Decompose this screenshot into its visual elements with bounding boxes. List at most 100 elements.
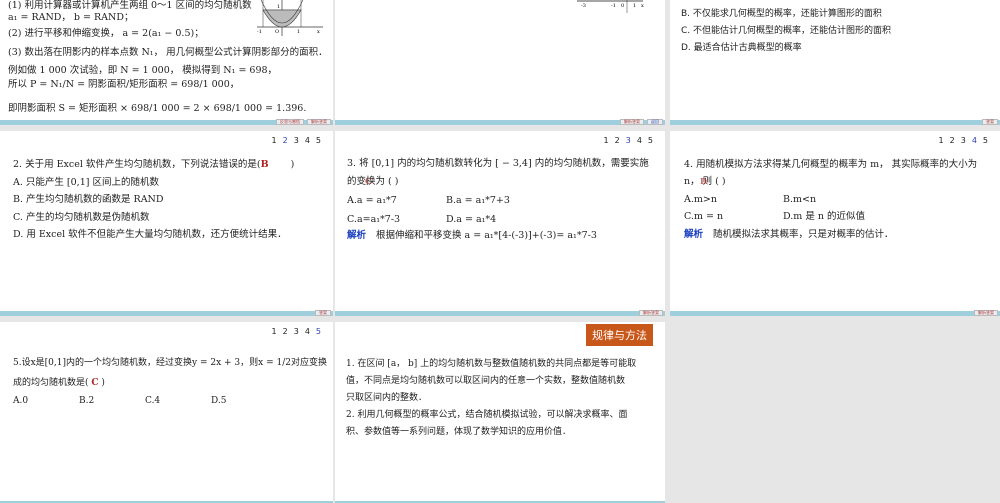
analysis-text: 随机模拟法求其概率，只是对概率的估计．: [713, 229, 894, 240]
answer-mark: B: [260, 159, 269, 170]
option-d: D.a = a₁*4: [446, 214, 497, 225]
page-2[interactable]: 2: [283, 136, 288, 145]
page-3[interactable]: 3: [626, 136, 631, 145]
option-b: B.a = a₁*7+3: [446, 195, 510, 206]
text-line: 所以 P = N₁/N = 阴影面积/矩形面积 = 698/1 000，: [8, 79, 240, 90]
axis-label: -1: [257, 29, 262, 35]
text-line: 积、参数值等一系列问题，体现了数学知识的应用价值．: [346, 427, 572, 437]
answer-mark: C: [365, 176, 372, 186]
page-2[interactable]: 2: [950, 136, 955, 145]
option-a: A.a = a₁*7: [347, 195, 397, 206]
answer-button[interactable]: 答案: [315, 310, 331, 316]
question-text: 5.设x是[0,1]内的一个均匀随机数，经过变换y = 2x + 3，则x = …: [13, 358, 327, 368]
analysis-label: 解析: [347, 230, 367, 241]
slide-footer-bar: [335, 311, 665, 316]
question-text: 3. 将 [0,1] 内的均匀随机数转化为 [ − 3,4] 内的均匀随机数，需…: [347, 158, 649, 169]
page-5[interactable]: 5: [316, 327, 321, 336]
page-2[interactable]: 2: [615, 136, 620, 145]
question-text: 的变换为 ( ): [347, 176, 399, 187]
text-line: a₁ = RAND， b = RAND；: [8, 12, 134, 23]
axis-label: 1: [277, 4, 280, 10]
analysis-label: 解析: [684, 229, 704, 240]
option-c: C.4: [145, 396, 161, 406]
pager: 12345: [272, 327, 321, 336]
text-line: 例如做 1 000 次试验，即 N = 1 000， 模拟得到 N₁ = 698…: [8, 65, 278, 76]
analysis-answer-button[interactable]: 解析答案: [974, 310, 998, 316]
page-3[interactable]: 3: [294, 327, 299, 336]
option-b: B.2: [79, 396, 95, 406]
page-1[interactable]: 1: [272, 136, 277, 145]
page-3[interactable]: 3: [961, 136, 966, 145]
pager: 12345: [604, 136, 653, 145]
slide-thumbnail-5[interactable]: 12345 3. 将 [0,1] 内的均匀随机数转化为 [ − 3,4] 内的均…: [335, 131, 665, 316]
text-line: (1) 利用计算器或计算机产生两组 0～1 区间的均匀随机数: [8, 0, 252, 11]
slide-footer-bar: [670, 120, 1000, 125]
option-c: C.a=a₁*7-3: [347, 214, 401, 225]
option-d: D. 最适合估计古典概型的概率: [681, 43, 802, 53]
answer-mark: C: [91, 378, 99, 388]
option-a: A.m>n: [684, 194, 717, 205]
answer-mark: D: [700, 176, 707, 186]
page-4[interactable]: 4: [972, 136, 977, 145]
slide-thumbnail-2[interactable]: -3 -1 0 1 x 解析答案 返回: [335, 0, 665, 125]
option-c: C. 产生的均匀随机数是伪随机数: [13, 212, 150, 223]
page-5[interactable]: 5: [983, 136, 988, 145]
back-button[interactable]: 返回: [647, 119, 663, 125]
number-line-graph: -3 -1 0 1 x: [577, 0, 644, 13]
slide-footer-bar: [335, 120, 665, 125]
text-line: (3) 数出落在阴影内的样本点数 N₁， 用几何概型公式计算阴影部分的面积．: [8, 47, 328, 58]
reflect-button[interactable]: 反思与感悟: [276, 119, 304, 125]
page-1[interactable]: 1: [939, 136, 944, 145]
question-close: ): [98, 378, 105, 388]
text-line: 只取区间内的整数．: [346, 393, 428, 403]
page-5[interactable]: 5: [648, 136, 653, 145]
slide-thumbnail-6[interactable]: 12345 4. 用随机模拟方法求得某几何概型的概率为 m， 其实际概率的大小为…: [670, 131, 1000, 316]
option-c: C.m = n: [684, 211, 724, 222]
analysis-answer-button[interactable]: 解析答案: [620, 119, 644, 125]
page-4[interactable]: 4: [305, 327, 310, 336]
slide-thumbnail-3[interactable]: B. 不仅能求几何概型的概率，还能计算图形的面积 C. 不但能估计几何概型的概率…: [670, 0, 1000, 125]
slide-thumbnail-7[interactable]: 12345 5.设x是[0,1]内的一个均匀随机数，经过变换y = 2x + 3…: [0, 322, 333, 503]
section-badge: 规律与方法: [586, 324, 653, 346]
page-1[interactable]: 1: [272, 327, 277, 336]
pager: 12345: [272, 136, 321, 145]
option-b: B.m<n: [783, 194, 817, 205]
text-line: 2. 利用几何概型的概率公式，结合随机模拟试验，可以解决求概率、面: [346, 410, 628, 420]
axis-label: x: [317, 29, 320, 35]
text-line: (2) 进行平移和伸缩变换， a = 2(a₁ − 0.5)；: [8, 28, 204, 39]
question-text: 4. 用随机模拟方法求得某几何概型的概率为 m， 其实际概率的大小为: [684, 159, 978, 170]
question-text: 2. 关于用 Excel 软件产生均匀随机数，下列说法错误的是(: [13, 159, 261, 170]
slide-footer-bar: [670, 311, 1000, 316]
page-2[interactable]: 2: [283, 327, 288, 336]
question-text: 成的均匀随机数是(: [13, 378, 92, 388]
page-4[interactable]: 4: [305, 136, 310, 145]
pager: 12345: [939, 136, 988, 145]
analysis-answer-button[interactable]: 解析答案: [307, 119, 331, 125]
option-b: B. 产生均匀随机数的函数是 RAND: [13, 194, 164, 205]
text-line: 1. 在区间 [a， b] 上的均匀随机数与整数值随机数的共同点都是等可能取: [346, 359, 637, 369]
page-3[interactable]: 3: [294, 136, 299, 145]
option-b: B. 不仅能求几何概型的概率，还能计算图形的面积: [681, 9, 882, 19]
page-1[interactable]: 1: [604, 136, 609, 145]
text-line: 值，不同点是均匀随机数可以取区间内的任意一个实数，整数值随机数: [346, 376, 626, 386]
option-d: D. 用 Excel 软件不但能产生大量均匀随机数，还方便统计结果．: [13, 229, 287, 240]
axis-label: 0: [621, 3, 624, 9]
option-a: A. 只能产生 [0,1] 区间上的随机数: [13, 177, 159, 188]
option-a: A.0: [13, 396, 29, 406]
analysis-answer-button[interactable]: 解析答案: [639, 310, 663, 316]
option-d: D.5: [211, 396, 227, 406]
slide-thumbnail-8[interactable]: 规律与方法 1. 在区间 [a， b] 上的均匀随机数与整数值随机数的共同点都是…: [335, 322, 665, 503]
text-line: 即阴影面积 S = 矩形面积 × 698/1 000 = 2 × 698/1 0…: [8, 103, 307, 114]
slide-thumbnail-1[interactable]: (1) 利用计算器或计算机产生两组 0～1 区间的均匀随机数 a₁ = RAND…: [0, 0, 333, 125]
axis-label: -1: [611, 3, 616, 9]
answer-button[interactable]: 答案: [982, 119, 998, 125]
analysis-text: 根据伸缩和平移变换 a = a₁*[4-(-3)]+(-3)= a₁*7-3: [376, 230, 597, 241]
page-5[interactable]: 5: [316, 136, 321, 145]
slide-thumbnail-4[interactable]: 12345 2. 关于用 Excel 软件产生均匀随机数，下列说法错误的是(B)…: [0, 131, 333, 316]
axis-label: -3: [581, 3, 586, 9]
axis-label: 1: [633, 3, 636, 9]
parabola-graph: -1 O 1 x 1: [257, 0, 323, 36]
page-4[interactable]: 4: [637, 136, 642, 145]
slide-footer-bar: [0, 311, 333, 316]
axis-label: 1: [297, 29, 300, 35]
